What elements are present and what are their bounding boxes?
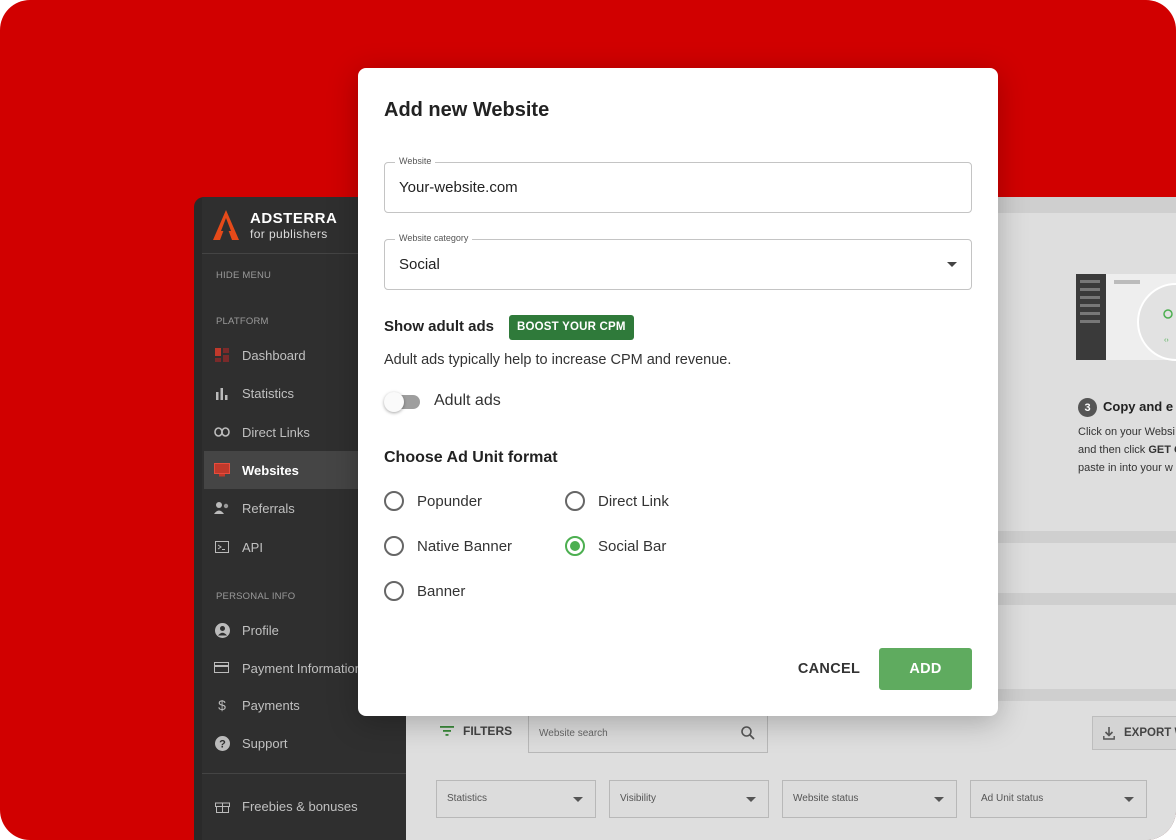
brand-subtitle: for publishers: [250, 227, 328, 241]
radio-unchecked-icon: [384, 581, 404, 601]
promo-line: Click on your Websi: [1078, 426, 1175, 438]
chevron-down-icon: [573, 797, 583, 802]
select-value: Visibility: [620, 793, 656, 804]
adult-ads-description: Adult ads typically help to increase CPM…: [384, 352, 732, 368]
dollar-icon: $: [218, 697, 226, 713]
divider: [202, 773, 406, 774]
radio-unchecked-icon: [384, 536, 404, 556]
hide-menu-button[interactable]: HIDE MENU: [216, 270, 271, 281]
format-radio-banner[interactable]: Banner: [384, 581, 465, 601]
website-status-filter-select[interactable]: Website status: [782, 780, 957, 818]
filters-button[interactable]: FILTERS: [440, 724, 512, 738]
sidebar-item-freebies[interactable]: Freebies & bonuses: [204, 787, 404, 825]
toggle-thumb: [384, 392, 404, 412]
promo-title-text: Copy and e: [1103, 398, 1174, 414]
radio-label: Banner: [417, 582, 466, 600]
website-field-value: Your-website.com: [399, 179, 518, 196]
format-radio-direct-link[interactable]: Direct Link: [565, 491, 669, 511]
dashboard-icon: [214, 347, 230, 363]
select-value: Ad Unit status: [981, 793, 1044, 804]
filter-icon: [440, 726, 454, 736]
sidebar-item-label: Freebies & bonuses: [242, 798, 358, 814]
sidebar-item-label: Support: [242, 735, 288, 751]
radio-unchecked-icon: [384, 491, 404, 511]
category-field-label: Website category: [395, 233, 473, 243]
promo-line: and then click GET C: [1078, 444, 1176, 456]
sidebar-item-label: API: [242, 539, 263, 555]
gift-icon: [214, 798, 230, 814]
terminal-icon: [214, 539, 230, 555]
add-button[interactable]: ADD: [879, 648, 972, 690]
sidebar-item-label: Dashboard: [242, 347, 306, 363]
category-field-value: Social: [399, 256, 440, 273]
radio-label: Social Bar: [598, 537, 667, 555]
brand-name: ADSTERRA: [250, 210, 338, 227]
websites-table-panel: [406, 701, 1176, 840]
sidebar-item-label: Direct Links: [242, 424, 310, 440]
statistics-filter-select[interactable]: Statistics: [436, 780, 596, 818]
adult-ads-toggle-label: Adult ads: [434, 392, 501, 409]
radio-label: Direct Link: [598, 492, 669, 510]
link-icon: [214, 424, 230, 440]
chevron-down-icon: [1124, 797, 1134, 802]
format-radio-native-banner[interactable]: Native Banner: [384, 536, 512, 556]
sidebar-item-support[interactable]: ? Support: [204, 724, 404, 762]
ad-unit-status-filter-select[interactable]: Ad Unit status: [970, 780, 1147, 818]
card-icon: [214, 660, 230, 676]
download-icon: [1103, 726, 1115, 740]
search-placeholder: Website search: [539, 728, 608, 739]
radio-label: Popunder: [417, 492, 483, 510]
cancel-button[interactable]: CANCEL: [786, 648, 872, 690]
adult-ads-toggle[interactable]: [384, 392, 422, 412]
add-website-dialog: Add new Website Website Your-website.com…: [358, 68, 998, 716]
platform-section-label: PLATFORM: [216, 316, 269, 327]
sidebar-item-label: Payments: [242, 697, 300, 713]
chevron-down-icon: [934, 797, 944, 802]
chevron-down-icon: [947, 262, 957, 267]
format-radio-popunder[interactable]: Popunder: [384, 491, 482, 511]
adult-ads-heading: Show adult ads: [384, 318, 495, 335]
ad-unit-format-heading: Choose Ad Unit format: [384, 449, 558, 466]
export-label: EXPORT W: [1124, 727, 1176, 739]
promo-description: Click on your Websi and then click GET C…: [1078, 423, 1176, 477]
promo-step-title: 3 Copy and e: [1078, 398, 1173, 417]
sidebar-item-label: Profile: [242, 622, 279, 638]
website-category-select[interactable]: Website category Social: [384, 233, 972, 290]
sidebar-item-label: Referrals: [242, 500, 295, 516]
dialog-title: Add new Website: [384, 99, 550, 121]
website-search-input[interactable]: Website search: [528, 715, 768, 753]
promo-line: paste in into your w: [1078, 462, 1173, 474]
monitor-icon: [214, 462, 230, 478]
help-icon: ?: [214, 735, 230, 751]
radio-unchecked-icon: [565, 491, 585, 511]
step-number-badge: 3: [1078, 398, 1097, 417]
sidebar-item-label: Websites: [242, 462, 299, 478]
sidebar-item-label: Statistics: [242, 385, 295, 401]
select-value: Statistics: [447, 793, 488, 804]
export-websites-button[interactable]: EXPORT W: [1092, 716, 1176, 750]
svg-text:‹›: ‹›: [1164, 337, 1169, 344]
people-icon: [214, 500, 230, 516]
radio-checked-icon: [565, 536, 585, 556]
visibility-filter-select[interactable]: Visibility: [609, 780, 769, 818]
personal-info-section-label: PERSONAL INFO: [216, 591, 296, 602]
onboarding-illustration: ‹›: [1076, 274, 1176, 362]
format-radio-social-bar[interactable]: Social Bar: [565, 536, 666, 556]
bar-chart-icon: [214, 385, 230, 401]
select-value: Website status: [793, 793, 859, 804]
red-backdrop: ADSTERRA for publishers HIDE MENU PLATFO…: [0, 0, 1176, 840]
chevron-down-icon: [746, 797, 756, 802]
sidebar-item-label: Payment Information: [242, 660, 362, 676]
website-field[interactable]: Website Your-website.com: [384, 156, 972, 213]
user-icon: [214, 622, 230, 638]
radio-label: Native Banner: [417, 537, 513, 555]
adsterra-logo-icon: [212, 209, 240, 246]
svg-text:?: ?: [219, 738, 226, 750]
filters-label: FILTERS: [463, 724, 513, 738]
website-field-label: Website: [395, 156, 436, 166]
search-icon[interactable]: [741, 726, 755, 743]
boost-cpm-badge: BOOST YOUR CPM: [509, 315, 634, 340]
